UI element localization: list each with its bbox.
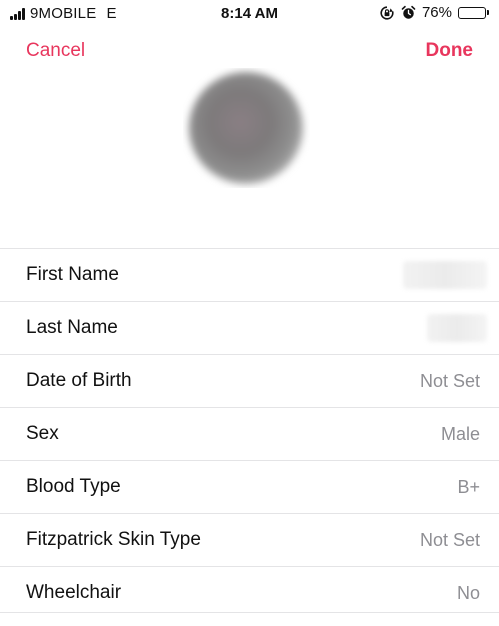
alarm-clock-icon (401, 5, 416, 20)
row-label: Date of Birth (26, 370, 132, 391)
profile-photo (189, 72, 303, 184)
row-label: Last Name (26, 317, 118, 338)
row-value: Not Set (419, 530, 480, 550)
row-label: First Name (26, 264, 119, 285)
status-bar: 9MOBILE E 8:14 AM 76% (0, 0, 499, 30)
row-blood-type[interactable]: Blood Type B+ (0, 461, 499, 514)
row-value: No (456, 583, 480, 603)
battery-percent: 76% (421, 4, 452, 21)
row-value: Male (440, 424, 480, 444)
redacted-value (403, 261, 487, 289)
row-date-of-birth[interactable]: Date of Birth Not Set (0, 355, 499, 408)
cancel-button[interactable]: Cancel (26, 40, 85, 62)
row-label: Sex (26, 423, 59, 444)
row-sex[interactable]: Sex Male (0, 408, 499, 461)
battery-icon (458, 6, 489, 19)
row-first-name[interactable]: First Name (0, 249, 499, 302)
avatar[interactable] (183, 68, 310, 188)
redacted-value (427, 314, 487, 342)
row-label: Wheelchair (26, 582, 122, 603)
health-details-screen: 9MOBILE E 8:14 AM 76% Cancel Done First … (0, 0, 499, 626)
row-fitzpatrick-skin-type[interactable]: Fitzpatrick Skin Type Not Set (0, 514, 499, 567)
orientation-lock-icon (379, 5, 395, 21)
done-button[interactable]: Done (426, 40, 474, 62)
row-label: Blood Type (26, 476, 121, 497)
row-value: B+ (457, 477, 480, 497)
row-value: Not Set (419, 371, 480, 391)
health-details-list: First Name Last Name Date of Birth Not S… (0, 248, 499, 619)
row-last-name[interactable]: Last Name (0, 302, 499, 355)
status-bar-right: 76% (379, 4, 489, 21)
row-label: Fitzpatrick Skin Type (26, 529, 201, 550)
list-bottom-divider (0, 612, 499, 613)
